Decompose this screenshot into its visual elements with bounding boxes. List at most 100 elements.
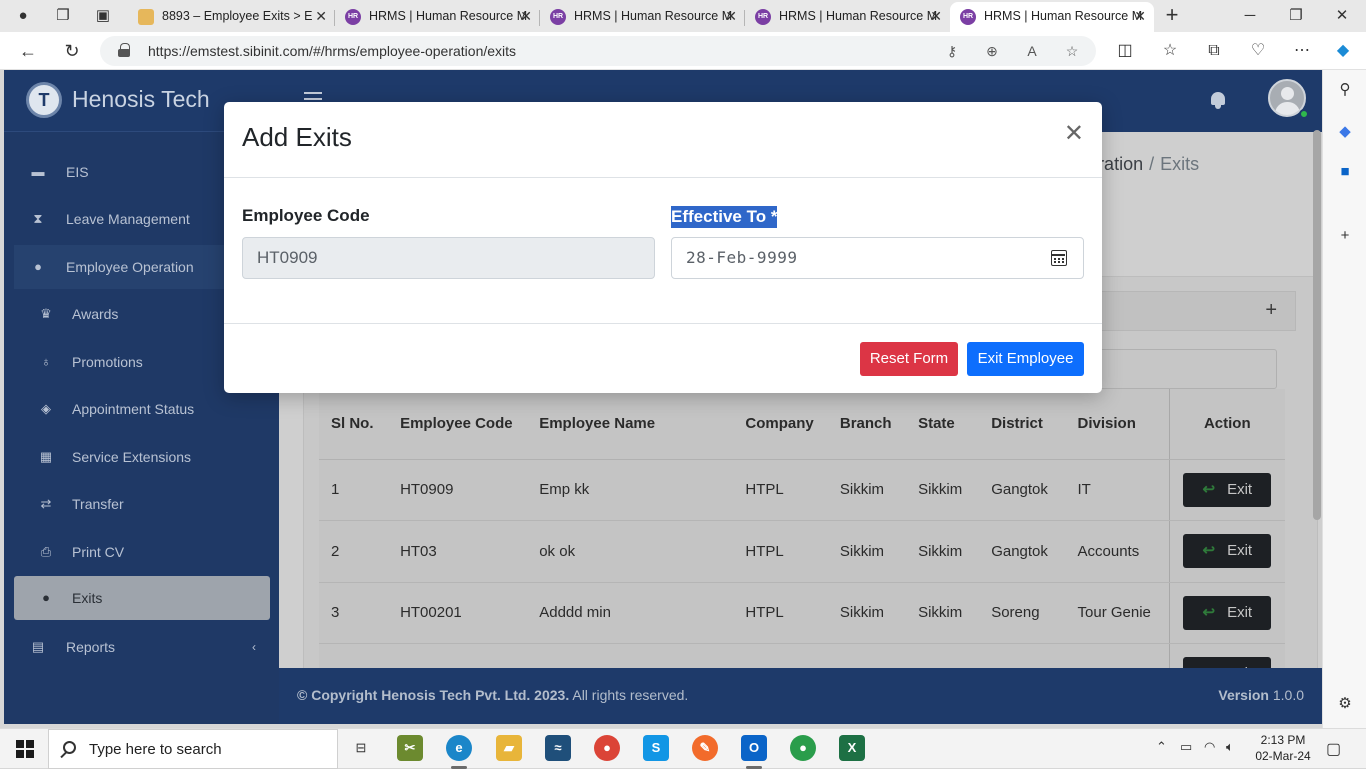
read-aloud-icon[interactable]: A <box>1022 41 1042 61</box>
excel-icon[interactable]: X <box>839 735 865 761</box>
profile-icon[interactable]: ● <box>12 6 34 26</box>
postman-icon[interactable]: ✎ <box>692 735 718 761</box>
windows-start-icon[interactable] <box>16 740 34 758</box>
effective-to-date-field[interactable]: 28-Feb-9999 <box>671 237 1084 279</box>
restore-button[interactable]: ❐ <box>1276 4 1316 28</box>
sidebar-item-reports[interactable]: ▤ Reports ‹ <box>14 625 270 669</box>
employee-code-label: Employee Code <box>242 206 370 225</box>
chevron-left-icon: ‹ <box>252 640 256 654</box>
task-view-icon[interactable]: ⊟ <box>348 735 374 761</box>
workspaces-icon[interactable]: ❐ <box>52 6 74 26</box>
close-tab-icon[interactable]: ✕ <box>315 2 327 30</box>
more-menu-icon[interactable]: ⋯ <box>1290 40 1314 64</box>
reset-form-button[interactable]: Reset Form <box>860 342 958 376</box>
mysql-workbench-icon[interactable]: ≈ <box>545 735 571 761</box>
transfer-arrows-icon: ⇄ <box>40 496 52 511</box>
reply-arrow-icon: ↩ <box>1202 480 1216 498</box>
footer: © Copyright Henosis Tech Pvt. Ltd. 2023.… <box>279 668 1322 724</box>
close-icon[interactable]: ✕ <box>1064 122 1084 146</box>
wifi-icon[interactable]: ◠ <box>1204 739 1215 755</box>
col-employee-code: Employee Code <box>388 389 528 460</box>
page-scrollbar[interactable] <box>1313 130 1321 520</box>
exits-table: Sl No. Employee Code Employee Name Compa… <box>319 389 1285 706</box>
favorite-star-icon[interactable]: ☆ <box>1062 41 1082 61</box>
new-tab-button[interactable]: + <box>1160 4 1184 28</box>
exit-row-button[interactable]: ↩Exit <box>1183 472 1272 507</box>
file-explorer-icon[interactable]: ▰ <box>496 735 522 761</box>
document-icon <box>138 9 154 25</box>
outlook-app-icon[interactable]: O <box>741 735 767 769</box>
browser-tab-bar: ● ❐ ▣ 8893 – Employee Exits > E ✕ HR HRM… <box>0 0 1366 32</box>
sidebar-item-appointment-status[interactable]: ◈ Appointment Status <box>14 387 270 431</box>
edge-sidebar: ⚲ ◆ ■ + ⚙ <box>1322 70 1366 728</box>
favorites-icon[interactable]: ☆ <box>1158 40 1182 64</box>
snipping-tool-icon[interactable]: ✂ <box>397 735 423 761</box>
expand-plus-icon[interactable]: + <box>1265 300 1277 320</box>
tray-overflow-icon[interactable]: ⌃ <box>1156 739 1167 755</box>
sidebar-item-print-cv[interactable]: ⎙ Print CV <box>14 530 270 574</box>
lock-icon[interactable] <box>118 43 130 57</box>
add-exits-modal: Add Exits ✕ Employee Code HT0909 Effecti… <box>224 102 1102 393</box>
split-screen-icon[interactable]: ◫ <box>1113 40 1137 64</box>
browser-tab-3[interactable]: HR HRMS | Human Resource M ✕ <box>540 2 745 32</box>
modal-header: Add Exits ✕ <box>224 102 1102 178</box>
browser-tab-1[interactable]: 8893 – Employee Exits > E ✕ <box>128 2 335 32</box>
modal-footer: Reset Form Exit Employee <box>224 323 1102 393</box>
skype-icon[interactable]: S <box>643 735 669 761</box>
copilot-icon[interactable]: ◆ <box>1331 40 1355 64</box>
browser-tab-active[interactable]: HR HRMS | Human Resource M ✕ <box>950 2 1154 32</box>
back-arrow-icon[interactable]: ← <box>16 39 40 63</box>
employee-code-field[interactable]: HT0909 <box>242 237 655 279</box>
browser-tab-2[interactable]: HR HRMS | Human Resource M ✕ <box>335 2 540 32</box>
close-tab-icon[interactable]: ✕ <box>1134 2 1146 30</box>
collections-icon[interactable]: ⧉ <box>1202 40 1226 64</box>
exit-row-button[interactable]: ↩Exit <box>1183 595 1272 630</box>
tab-actions-icon[interactable]: ▣ <box>92 6 114 26</box>
close-tab-icon[interactable]: ✕ <box>520 2 532 30</box>
zoom-icon[interactable]: ⊕ <box>982 41 1002 61</box>
taskbar-search[interactable]: Type here to search <box>48 729 338 769</box>
trophy-icon: ♛ <box>40 306 52 321</box>
edge-browser-icon[interactable]: e <box>446 735 472 769</box>
battery-icon[interactable]: ▭ <box>1180 739 1192 755</box>
minimize-button[interactable]: ─ <box>1230 4 1270 28</box>
url-bar[interactable]: https://emstest.sibinit.com/#/hrms/emplo… <box>100 36 1096 66</box>
user-minus-icon: ● <box>42 590 50 605</box>
chrome-icon[interactable]: ● <box>594 735 620 761</box>
user-gear-icon: ● <box>34 259 42 274</box>
table-row: 3 HT00201 Adddd min HTPL Sikkim Sikkim S… <box>319 582 1285 644</box>
settings-gear-icon[interactable]: ⚙ <box>1335 694 1355 714</box>
search-icon[interactable]: ⚲ <box>1335 80 1355 100</box>
outlook-icon[interactable]: ■ <box>1335 162 1355 182</box>
key-icon[interactable]: ⚷ <box>942 41 962 61</box>
close-tab-icon[interactable]: ✕ <box>725 2 737 30</box>
col-state: State <box>906 389 980 460</box>
exit-row-button[interactable]: ↩Exit <box>1183 534 1272 569</box>
exit-employee-button[interactable]: Exit Employee <box>967 342 1084 376</box>
printer-icon: ⎙ <box>40 544 52 559</box>
refresh-icon[interactable]: ↻ <box>60 39 84 63</box>
shopping-icon[interactable]: ◆ <box>1335 122 1355 142</box>
sidebar-item-transfer[interactable]: ⇄ Transfer <box>14 482 270 526</box>
close-tab-icon[interactable]: ✕ <box>930 2 942 30</box>
footer-version: Version 1.0.0 <box>1218 687 1304 703</box>
table-row: 2 HT03 ok ok HTPL Sikkim Sikkim Gangtok … <box>319 520 1285 583</box>
url-text[interactable]: https://emstest.sibinit.com/#/hrms/emplo… <box>148 36 516 66</box>
notifications-icon[interactable]: ▢ <box>1326 739 1341 759</box>
browser-tab-4[interactable]: HR HRMS | Human Resource M ✕ <box>745 2 950 32</box>
search-icon <box>63 741 76 754</box>
sidebar-item-exits[interactable]: ● Exits <box>14 576 270 620</box>
col-action: Action <box>1168 389 1285 460</box>
close-window-button[interactable]: ✕ <box>1322 4 1362 28</box>
notification-bell-icon[interactable] <box>1209 90 1227 110</box>
chrome-profile-icon[interactable]: ● <box>790 735 816 761</box>
taskbar-clock[interactable]: 2:13 PM 02-Mar-24 <box>1252 732 1314 764</box>
online-status-dot <box>1299 109 1309 119</box>
add-app-icon[interactable]: + <box>1335 226 1355 246</box>
volume-icon[interactable]: 🔈︎ <box>1226 739 1234 755</box>
hr-logo-icon: HR <box>755 9 771 25</box>
performance-icon[interactable]: ♡ <box>1246 40 1270 64</box>
calendar-icon[interactable] <box>1051 250 1067 266</box>
sidebar-item-service-extensions[interactable]: ▦ Service Extensions <box>14 435 270 479</box>
report-icon: ▤ <box>31 639 45 654</box>
